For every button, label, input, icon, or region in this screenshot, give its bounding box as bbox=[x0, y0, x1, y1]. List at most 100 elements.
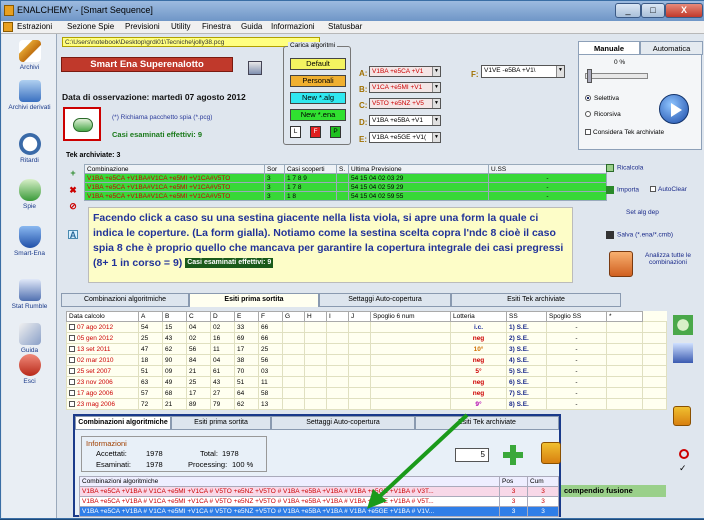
minimize-button[interactable]: _ bbox=[615, 3, 641, 18]
menu-previsioni[interactable]: Previsioni bbox=[125, 22, 160, 31]
star-cell bbox=[642, 343, 667, 355]
checkbox-icon[interactable] bbox=[69, 400, 75, 407]
personali-button[interactable]: Personali bbox=[290, 75, 346, 87]
info-header: Informazioni bbox=[86, 439, 127, 448]
new-ena-button[interactable]: New *.ena bbox=[290, 109, 346, 121]
considera-checkbox[interactable]: Considera Tek archiviate bbox=[585, 129, 664, 136]
checkbox-icon[interactable] bbox=[69, 356, 75, 363]
menu-estrazioni[interactable]: Estrazioni bbox=[17, 22, 52, 31]
tab-automatica[interactable]: Automatica bbox=[640, 41, 703, 55]
block-icon[interactable] bbox=[679, 449, 689, 459]
menu-informazioni[interactable]: Informazioni bbox=[271, 22, 315, 31]
importa-button[interactable]: Importa bbox=[606, 186, 639, 194]
sidebar-item-archivi[interactable]: Archivi bbox=[2, 40, 57, 71]
count-input[interactable]: 5 bbox=[455, 448, 489, 462]
checkbox-icon[interactable] bbox=[69, 378, 75, 385]
sidebar-item-smart-ena[interactable]: Smart-Ena bbox=[2, 226, 57, 257]
lotteria-cell: 3) S.E. bbox=[506, 343, 547, 355]
sidebar-item-ritardi[interactable]: Ritardi bbox=[2, 133, 57, 164]
mode-panel: Manuale Automatica 0 % Selettiva Ricorsi… bbox=[578, 41, 703, 150]
table-row[interactable]: 02 mar 2010 18 90 84 04 38 56 neg 4) S.E. - bbox=[66, 354, 667, 366]
bucket-icon[interactable] bbox=[541, 442, 561, 464]
ricalcola-button[interactable]: Ricalcola bbox=[606, 164, 643, 172]
app-menu-icon[interactable] bbox=[3, 22, 13, 32]
checkbox-icon[interactable] bbox=[69, 334, 75, 341]
value-cell: 25 bbox=[258, 343, 283, 355]
combo-e[interactable]: V1BA +e5GE +V1(▼ bbox=[369, 132, 441, 143]
table-row[interactable]: 05 gen 2012 25 43 02 16 69 66 neg 2) S.E. - bbox=[66, 332, 667, 344]
radio-selettiva[interactable]: Selettiva bbox=[585, 95, 619, 102]
tab-combinazioni[interactable]: Combinazioni algoritmiche bbox=[61, 293, 189, 307]
checkbox-icon[interactable] bbox=[69, 323, 75, 330]
menu-sezione-spie[interactable]: Sezione Spie bbox=[67, 22, 114, 31]
table-row[interactable]: V1BA +e5CA +V1BA # V1CA +e5MI +V1CA # V5… bbox=[79, 506, 559, 517]
tab-settaggi[interactable]: Settaggi Auto-copertura bbox=[271, 416, 415, 430]
menu-guida[interactable]: Guida bbox=[241, 22, 262, 31]
table-row[interactable]: V1BA +e5CA +V1BA#V1CA +e5MI +V1CA#V5TO 3… bbox=[84, 173, 607, 183]
sidebar-item-esci[interactable]: Esci bbox=[2, 354, 57, 385]
f-button[interactable]: F bbox=[310, 126, 321, 138]
table-row[interactable]: 25 set 2007 51 09 21 61 70 03 5° 5) S.E. - bbox=[66, 365, 667, 377]
autoclear-checkbox[interactable]: AutoClear bbox=[650, 186, 687, 193]
combo-c[interactable]: V5TO +e5NZ +V5 ▼ bbox=[369, 98, 441, 109]
p-button[interactable]: P bbox=[330, 126, 341, 138]
table-row[interactable]: 13 set 2011 47 62 56 11 17 25 10° 3) S.E. - bbox=[66, 343, 667, 355]
checkbox-icon[interactable] bbox=[69, 389, 75, 396]
tab-esiti-prima[interactable]: Esiti prima sortita bbox=[189, 293, 319, 307]
sidebar-item-guida[interactable]: Guida bbox=[2, 323, 57, 354]
combo-b[interactable]: V1CA +e5MI +V1 ▼ bbox=[369, 82, 441, 93]
table-row[interactable]: 07 ago 2012 54 15 04 02 33 66 i.c. 1) S.E. - bbox=[66, 321, 667, 333]
combo-d[interactable]: V1BA +e5BA +V1 ▼ bbox=[369, 115, 441, 126]
table-row[interactable]: 23 nov 2006 63 49 25 43 51 11 neg 6) S.E. - bbox=[66, 376, 667, 388]
combo-f[interactable]: V1VE -e5BA +V1\ ▼ bbox=[481, 65, 565, 78]
menu-finestra[interactable]: Finestra bbox=[202, 22, 231, 31]
load-package-link[interactable]: (*) Richiama pacchetto spia (*.pcg) bbox=[112, 114, 212, 121]
salva-button[interactable]: Salva (*.ena/*.cmb) bbox=[606, 231, 673, 239]
set-alg-button[interactable]: Set alg dep bbox=[626, 209, 659, 216]
maximize-button[interactable]: □ bbox=[641, 3, 665, 18]
checkbox-icon[interactable] bbox=[69, 345, 75, 352]
spy-package-button[interactable] bbox=[63, 107, 101, 141]
table-row[interactable]: V1BA +e5CA +V1BA # V1CA +e5MI +V1CA # V5… bbox=[79, 486, 559, 497]
menu-utility[interactable]: Utility bbox=[171, 22, 191, 31]
sidebar-item-stat-rumble[interactable]: Stat Rumble bbox=[2, 279, 57, 310]
value-cell bbox=[370, 376, 451, 388]
tab-settaggi[interactable]: Settaggi Auto-copertura bbox=[319, 293, 451, 307]
combo-a[interactable]: V1BA +e5CA +V1 ▼ bbox=[369, 66, 441, 77]
tab-esiti-tek[interactable]: Esiti Tek archiviate bbox=[451, 293, 621, 307]
ricalcola-label: Ricalcola bbox=[617, 164, 644, 172]
table-row[interactable]: V1BA +e5CA +V1BA#V1CA +e5MI +V1CA#V5TO 3… bbox=[84, 191, 607, 201]
save-icon[interactable] bbox=[248, 61, 262, 75]
tab-combinazioni[interactable]: Combinazioni algoritmiche bbox=[75, 416, 171, 430]
block-icon[interactable]: ⊘ bbox=[68, 202, 78, 211]
analizza-button[interactable]: Analizza tutte le combinazioni bbox=[638, 252, 698, 266]
progress-slider[interactable] bbox=[585, 69, 648, 83]
default-button[interactable]: Default bbox=[290, 58, 346, 70]
plus-icon[interactable] bbox=[503, 445, 523, 465]
menu-statusbar[interactable]: Statusbar bbox=[328, 22, 362, 31]
tab-esiti-tek[interactable]: Esiti Tek archiviate bbox=[415, 416, 559, 430]
close-button[interactable]: X bbox=[665, 3, 703, 18]
clear-icon[interactable] bbox=[673, 406, 691, 426]
a-icon[interactable]: A bbox=[68, 230, 78, 240]
book-icon[interactable] bbox=[673, 343, 693, 363]
tab-esiti-prima[interactable]: Esiti prima sortita bbox=[171, 416, 271, 430]
table-row[interactable]: V1BA +e5CA +V1BA#V1CA +e5MI +V1CA#V5TO 3… bbox=[84, 182, 607, 192]
table-row[interactable]: 17 ago 2006 57 68 17 27 64 58 neg 7) S.E. - bbox=[66, 387, 667, 399]
add-icon[interactable]: + bbox=[68, 169, 78, 178]
calculator-icon[interactable] bbox=[609, 251, 633, 277]
delete-icon[interactable]: ✖ bbox=[68, 186, 78, 195]
overlay-tabs: Combinazioni algoritmiche Esiti prima so… bbox=[75, 416, 559, 430]
radio-ricorsiva[interactable]: Ricorsiva bbox=[585, 111, 621, 118]
checkbox-icon[interactable] bbox=[69, 367, 75, 374]
sidebar-item-spie[interactable]: Spie bbox=[2, 179, 57, 210]
tab-manuale[interactable]: Manuale bbox=[578, 41, 640, 55]
table-row[interactable]: 23 mag 2006 72 21 89 79 62 13 9° 8) S.E. - bbox=[66, 398, 667, 410]
zoom-add-icon[interactable] bbox=[673, 315, 693, 335]
new-alg-button[interactable]: New *.alg bbox=[290, 92, 346, 104]
sidebar-item-archivi-derivati[interactable]: Archivi derivati bbox=[2, 80, 57, 111]
table-row[interactable]: V1BA +e5CA +V1BA # V1CA +e5MI +V1CA # V5… bbox=[79, 496, 559, 507]
l-button[interactable]: L bbox=[290, 126, 301, 138]
slider-thumb[interactable] bbox=[587, 69, 592, 83]
play-button[interactable] bbox=[659, 94, 689, 124]
